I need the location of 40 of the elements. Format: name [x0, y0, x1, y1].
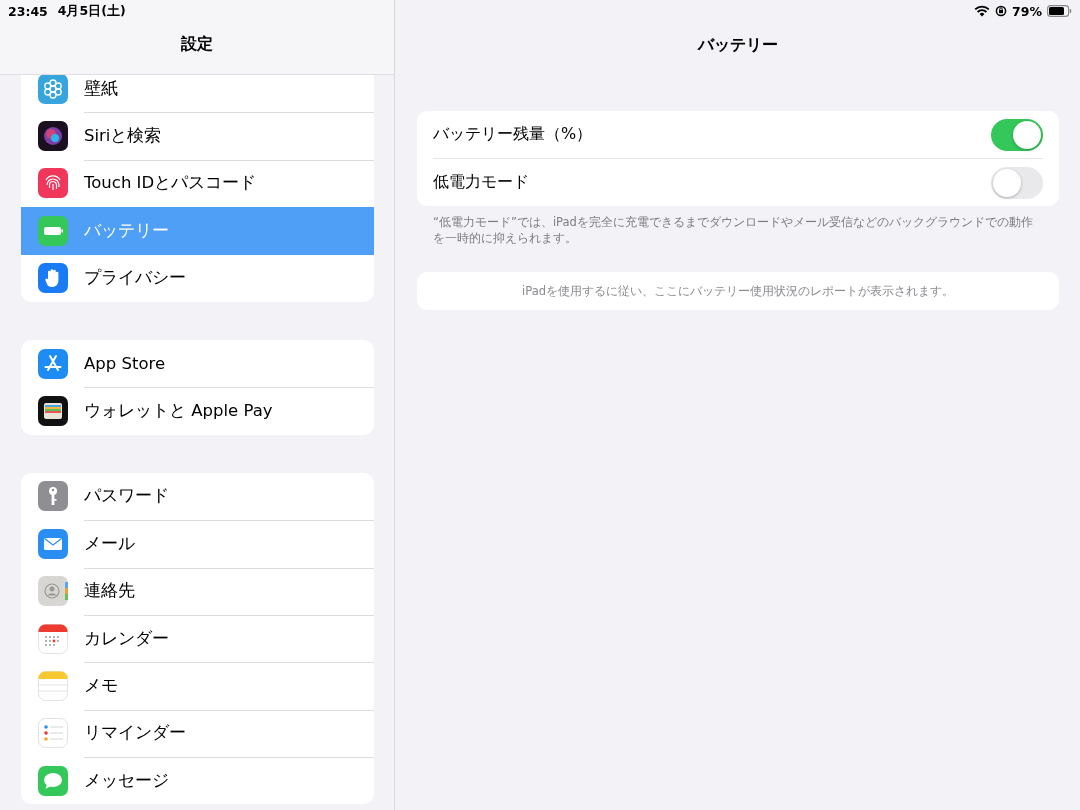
- orb-icon: [38, 121, 68, 152]
- battery-percentage: 79%: [1012, 3, 1042, 19]
- fingerprint-icon: [38, 168, 68, 199]
- toggle-switch[interactable]: [991, 118, 1043, 151]
- setting-label: 低電力モード: [433, 172, 529, 193]
- envelope-icon: [38, 528, 68, 559]
- calendar-icon: [38, 623, 68, 654]
- battery-icon: [1047, 5, 1072, 17]
- sidebar-item[interactable]: カレンダー: [21, 614, 374, 663]
- notes-icon: [38, 671, 68, 701]
- sidebar-item[interactable]: プライバシー: [21, 254, 374, 302]
- speech-bubble-icon: [38, 765, 68, 796]
- sidebar-item[interactable]: Touch IDとパスコード: [21, 159, 374, 208]
- sidebar-item[interactable]: 連絡先: [21, 567, 374, 615]
- toggle-switch[interactable]: [991, 166, 1043, 199]
- hand-icon: [38, 263, 68, 294]
- app-store-icon: [38, 348, 68, 379]
- sidebar-item[interactable]: Siriと検索: [21, 112, 374, 160]
- status-date: 4月5日(土): [57, 2, 126, 20]
- sidebar-item[interactable]: メッセージ: [21, 757, 374, 805]
- key-icon: [38, 481, 68, 512]
- wallet-icon: [38, 396, 68, 427]
- sidebar-item[interactable]: パスワード: [21, 472, 374, 521]
- footnote-text: “低電力モード”では、iPadを完全に充電できるまでダウンロードやメール受信などのバックグラウンドでの動作を一時的に抑えられます。: [433, 214, 1034, 246]
- sidebar-item[interactable]: リマインダー: [21, 709, 374, 758]
- sidebar-item[interactable]: メモ: [21, 662, 374, 710]
- page-title: バッテリー: [698, 35, 778, 56]
- battery-icon: [38, 215, 68, 246]
- sidebar-title: 設定: [181, 34, 213, 55]
- sidebar-item[interactable]: 壁紙: [21, 75, 374, 113]
- sidebar-item[interactable]: ウォレットと Apple Pay: [21, 387, 374, 435]
- rotation-lock-icon: [995, 5, 1008, 17]
- setting-label: バッテリー残量（%）: [433, 124, 593, 145]
- sidebar-item[interactable]: メール: [21, 520, 374, 568]
- list-icon: [38, 718, 68, 749]
- report-note: iPadを使用するに従い、ここにバッテリー使用状況のレポートが表示されます。: [522, 283, 954, 299]
- sidebar-item[interactable]: App Store: [21, 339, 374, 388]
- status-time: 23:45: [8, 3, 48, 19]
- wifi-icon: [974, 5, 991, 17]
- contact-icon: [38, 576, 68, 607]
